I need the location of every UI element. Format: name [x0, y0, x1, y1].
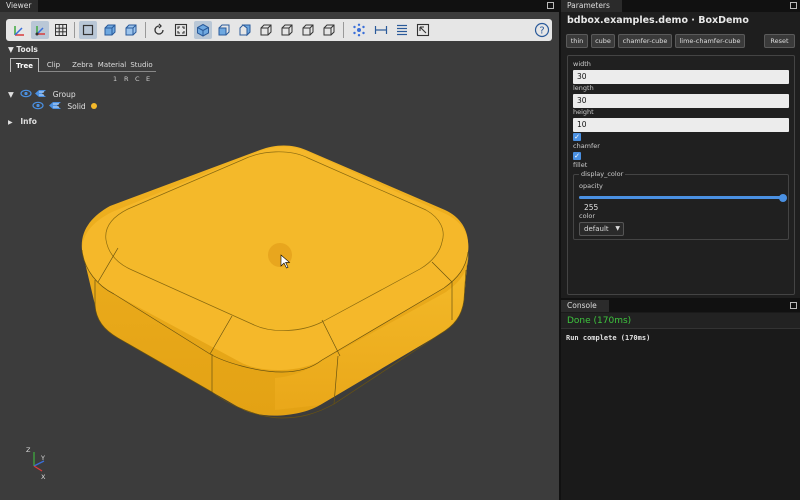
height-label: height [573, 108, 594, 116]
maximize-icon[interactable] [790, 302, 797, 309]
console-log: Run complete (170ms) [566, 334, 651, 342]
chevron-down-icon: ▼ [615, 225, 620, 232]
console-status: Done (170ms) [567, 316, 632, 326]
axis-triad: Z Y X [26, 446, 46, 481]
parameters-panel: Parameters bdbox.examples.demo · BoxDemo… [561, 0, 800, 298]
width-label: width [573, 60, 591, 68]
params-tabbar: Parameters [561, 0, 800, 12]
cursor-highlight [268, 243, 292, 267]
opacity-slider[interactable] [579, 193, 787, 202]
axis-z-label: Z [26, 446, 31, 454]
chamfer-label: chamfer [573, 142, 600, 150]
color-label: color [579, 212, 596, 220]
preset-lime-chamfer-cube-button[interactable]: lime-chamfer-cube [675, 34, 745, 48]
console-tabbar: Console [561, 300, 800, 312]
chamfer-checkbox[interactable]: ✓ [573, 133, 581, 141]
axis-x-label: X [41, 473, 46, 481]
box-solid[interactable] [81, 145, 469, 419]
preset-cube-button[interactable]: cube [591, 34, 615, 48]
reset-button[interactable]: Reset [764, 34, 795, 48]
preset-chamfer-cube-button[interactable]: chamfer-cube [618, 34, 672, 48]
fillet-checkbox[interactable]: ✓ [573, 152, 581, 160]
console-panel: Console Done (170ms) Run complete (170ms… [561, 300, 800, 500]
opacity-slider-fill [579, 196, 783, 199]
display-color-fieldset: display_color opacity 255 color default … [573, 170, 789, 240]
tab-console[interactable]: Console [561, 300, 609, 312]
opacity-slider-thumb[interactable] [779, 193, 787, 202]
console-status-bar: Done (170ms) [561, 313, 800, 329]
model-view[interactable]: Z Y X [0, 0, 559, 500]
params-title: bdbox.examples.demo · BoxDemo [567, 15, 749, 26]
params-form: width 30 length 30 height 10 ✓ chamfer ✓… [567, 55, 795, 295]
length-input[interactable]: 30 [573, 94, 789, 108]
opacity-label: opacity [579, 182, 603, 190]
length-label: length [573, 84, 594, 92]
width-input[interactable]: 30 [573, 70, 789, 84]
viewer-panel: Viewer ? ▼ Tools Tree Clip Zebra Materia… [0, 0, 559, 500]
axis-y-label: Y [40, 454, 45, 462]
display-color-legend: display_color [579, 170, 626, 178]
preset-thin-button[interactable]: thin [566, 34, 588, 48]
color-select-value: default [584, 225, 609, 233]
maximize-icon[interactable] [790, 2, 797, 9]
height-input[interactable]: 10 [573, 118, 789, 132]
tab-parameters[interactable]: Parameters [561, 0, 622, 12]
fillet-label: fillet [573, 161, 588, 169]
opacity-value: 255 [584, 203, 599, 212]
color-select[interactable]: default ▼ [579, 222, 624, 236]
